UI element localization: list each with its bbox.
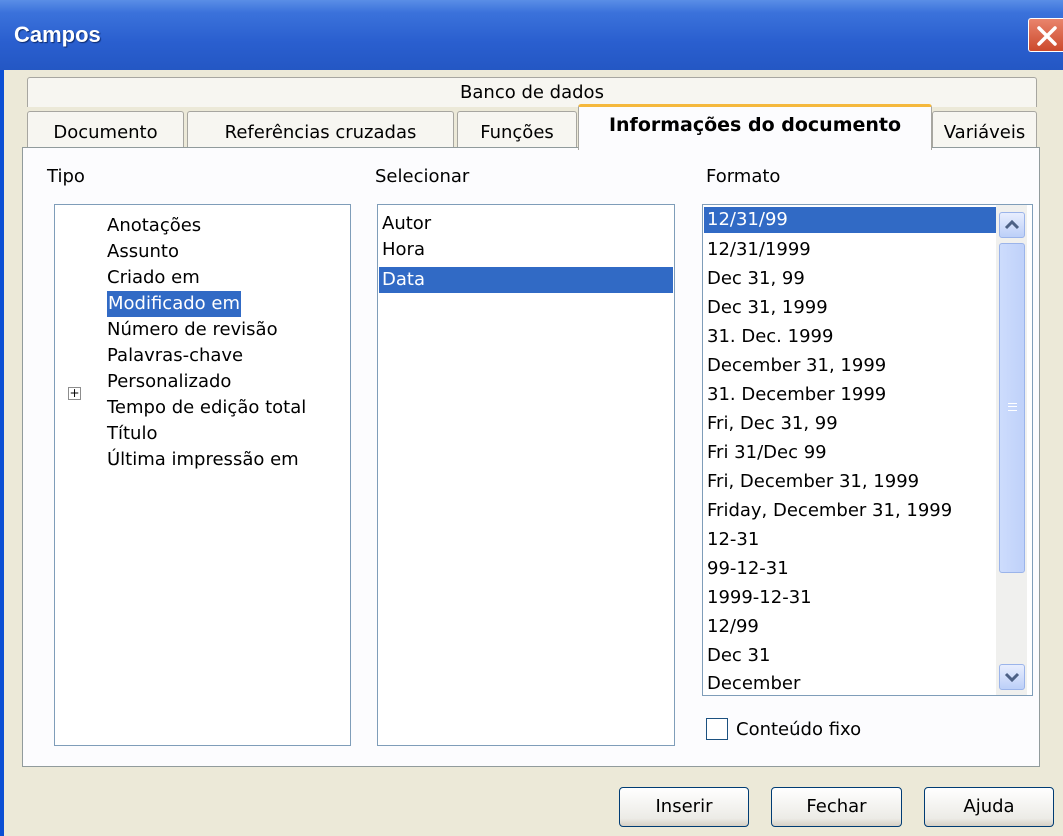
title-bar: Campos	[0, 0, 1063, 70]
scroll-up-button[interactable]	[999, 212, 1025, 238]
tree-item[interactable]: Palavras-chave	[107, 343, 243, 369]
button-label: Inserir	[655, 796, 713, 817]
list-item[interactable]: 99-12-31	[707, 556, 789, 582]
scroll-down-button[interactable]	[999, 664, 1025, 690]
tab-label: Funções	[480, 122, 554, 143]
list-item[interactable]: Fri 31/Dec 99	[707, 440, 827, 466]
close-window-button[interactable]	[1028, 18, 1063, 52]
list-item-selected[interactable]: Data	[379, 267, 673, 293]
button-label: Ajuda	[963, 796, 1015, 817]
close-button[interactable]: Fechar	[771, 787, 902, 827]
list-item[interactable]: Fri, December 31, 1999	[707, 469, 919, 495]
list-item[interactable]: 12/99	[707, 614, 759, 640]
list-item[interactable]: Autor	[382, 211, 431, 237]
scroll-thumb[interactable]	[999, 243, 1025, 573]
list-item-selected[interactable]: 12/31/99	[704, 207, 996, 233]
list-item[interactable]: 1999-12-31	[707, 585, 812, 611]
fixed-content-checkbox[interactable]	[706, 718, 728, 740]
tab-label: Informações do documento	[608, 114, 902, 136]
tree-item[interactable]: Personalizado	[107, 369, 231, 395]
tree-item-selected[interactable]: Modificado em	[107, 291, 242, 317]
tab-banco-de-dados[interactable]: Banco de dados	[27, 77, 1037, 107]
fixed-content-label: Conteúdo fixo	[736, 719, 862, 740]
tree-item[interactable]: Número de revisão	[107, 317, 278, 343]
button-label: Fechar	[806, 796, 867, 817]
list-item[interactable]: December	[707, 671, 800, 697]
list-item[interactable]: 12-31	[707, 527, 759, 553]
grip-icon	[1008, 403, 1017, 411]
tab-label: Documento	[53, 122, 158, 143]
plus-icon[interactable]: +	[68, 387, 81, 400]
list-item[interactable]: 31. December 1999	[707, 382, 886, 408]
window-title: Campos	[14, 22, 101, 47]
close-icon	[1037, 26, 1057, 46]
list-item[interactable]: December 31, 1999	[707, 353, 886, 379]
tab-referencias-cruzadas[interactable]: Referências cruzadas	[187, 111, 454, 147]
tree-item[interactable]: Última impressão em	[107, 447, 299, 473]
list-item[interactable]: Fri, Dec 31, 99	[707, 411, 838, 437]
chevron-up-icon	[1004, 219, 1020, 230]
tree-item[interactable]: Título	[107, 421, 157, 447]
tab-variaveis[interactable]: Variáveis	[932, 111, 1037, 147]
insert-button[interactable]: Inserir	[619, 787, 749, 827]
list-item[interactable]: Dec 31, 99	[707, 266, 805, 292]
tipo-label: Tipo	[47, 166, 85, 187]
list-item[interactable]: Hora	[382, 237, 425, 263]
formato-list[interactable]: 12/31/99 12/31/1999 Dec 31, 99 Dec 31, 1…	[702, 204, 1033, 696]
list-item[interactable]: 31. Dec. 1999	[707, 324, 833, 350]
list-item[interactable]: Dec 31	[707, 643, 770, 669]
tab-label: Banco de dados	[460, 82, 604, 103]
selecionar-label: Selecionar	[375, 166, 470, 187]
tree-item[interactable]: Anotações	[107, 213, 201, 239]
tab-documento[interactable]: Documento	[27, 111, 184, 147]
tab-label: Referências cruzadas	[224, 122, 417, 143]
chevron-down-icon	[1004, 672, 1020, 683]
tree-item[interactable]: Criado em	[107, 265, 200, 291]
formato-label: Formato	[706, 166, 781, 187]
tree-item[interactable]: Tempo de edição total	[107, 395, 306, 421]
tree-item[interactable]: Assunto	[107, 239, 179, 265]
tab-informacoes-do-documento[interactable]: Informações do documento	[578, 104, 932, 150]
tab-funcoes[interactable]: Funções	[457, 111, 577, 147]
list-item[interactable]: Friday, December 31, 1999	[707, 498, 952, 524]
selecionar-list[interactable]: Autor Hora Data	[377, 204, 675, 746]
tab-label: Variáveis	[943, 122, 1026, 143]
vertical-scrollbar[interactable]	[996, 205, 1027, 695]
help-button[interactable]: Ajuda	[924, 787, 1054, 827]
tipo-tree[interactable]: + Anotações Assunto Criado em Modificado…	[54, 204, 351, 746]
list-item[interactable]: 12/31/1999	[707, 237, 811, 263]
list-item[interactable]: Dec 31, 1999	[707, 295, 828, 321]
window-border	[0, 70, 4, 836]
